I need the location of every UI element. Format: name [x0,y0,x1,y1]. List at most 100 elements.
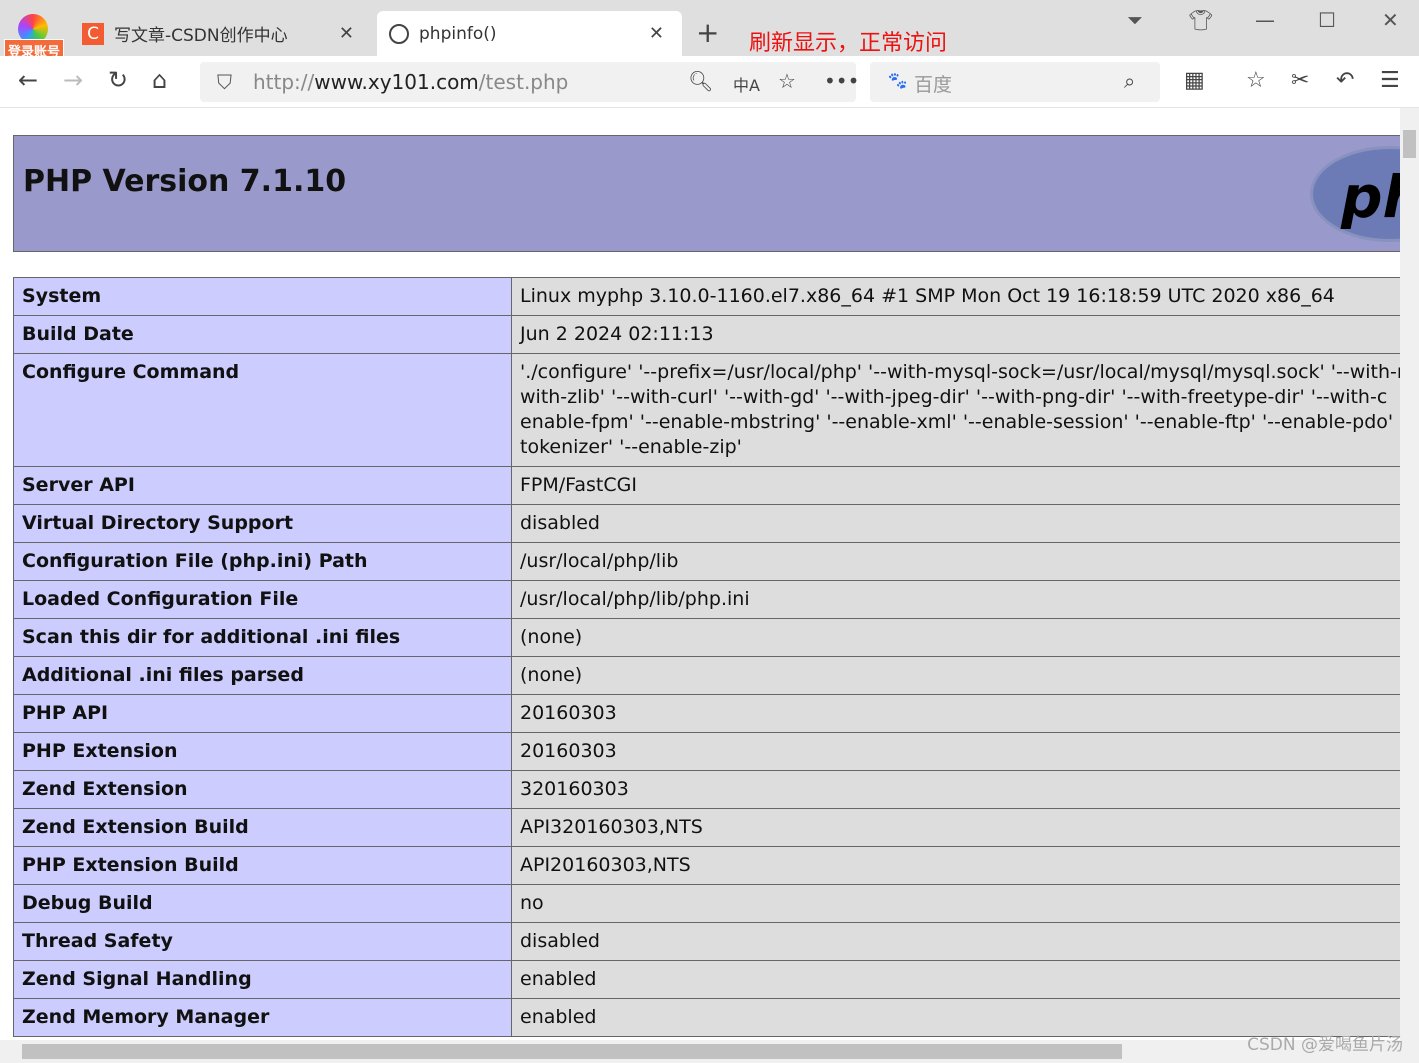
value-line: tokenizer' '--enable-zip' [520,436,742,458]
apps-grid-icon[interactable]: ▦ [1184,68,1205,93]
value-line: 320160303 [520,778,629,800]
value-line: with-zlib' '--with-curl' '--with-gd' '--… [520,386,1388,408]
tab-bar: 登录账号 C 写文章-CSDN创作中心 ✕ phpinfo() ✕ + 刷新显示… [0,0,1419,62]
tab-csdn[interactable]: C 写文章-CSDN创作中心 ✕ [72,11,372,56]
table-row: Build Date Jun 2 2024 02:11:13 [13,315,1400,354]
translate-icon[interactable]: 中A [733,72,760,96]
favorites-list-icon[interactable]: ☆ [1246,68,1266,93]
value-line: disabled [520,930,600,952]
row-value: API20160303,NTS [511,846,1400,885]
new-tab-button[interactable]: + [696,16,719,49]
table-row: Configure Command './configure' '--prefix… [13,353,1400,467]
value-line: enable-fpm' '--enable-mbstring' '--enabl… [520,411,1400,433]
row-label: Debug Build [13,884,512,923]
tab-phpinfo[interactable]: phpinfo() ✕ [377,11,682,56]
search-placeholder: 百度 [914,74,953,96]
value-line: enabled [520,968,597,990]
value-line: API320160303,NTS [520,816,703,838]
home-button[interactable]: ⌂ [152,66,167,94]
row-label: Configuration File (php.ini) Path [13,542,512,581]
row-label: Additional .ini files parsed [13,656,512,695]
more-icon[interactable]: ••• [824,69,859,93]
row-value: no [511,884,1400,923]
value-line: Linux myphp 3.10.0-1160.el7.x86_64 #1 SM… [520,285,1335,307]
value-line: FPM/FastCGI [520,474,637,496]
row-label: Zend Extension Build [13,808,512,847]
close-window-button[interactable]: ✕ [1382,8,1399,32]
value-line: /usr/local/php/lib/php.ini [520,588,750,610]
bookmark-star-icon[interactable]: ☆ [778,69,796,93]
baidu-paw-icon: 🐾︎ [886,71,909,92]
search-box[interactable]: 🐾︎ 百度 ⌕ [870,62,1160,102]
table-row: Zend Memory Manager enabled [13,998,1400,1037]
close-tab-icon[interactable]: ✕ [339,23,354,44]
table-row: Scan this dir for additional .ini files (… [13,618,1400,657]
menu-icon[interactable]: ☰ [1380,68,1400,93]
value-line: (none) [520,664,583,686]
phpinfo-table: System Linux myphp 3.10.0-1160.el7.x86_64… [13,277,1400,1037]
annotation-text: 刷新显示，正常访问 [749,31,948,56]
page-content: PHP Version 7.1.10 php System Linux myphp… [0,108,1400,1040]
reload-button[interactable]: ↻ [108,66,128,94]
address-bar[interactable]: ⛉ http://www.xy101.com/test.php 🔍︎ 中A ☆ … [200,62,859,102]
undo-icon[interactable]: ↶ [1336,68,1354,93]
scroll-thumb[interactable] [22,1044,1122,1059]
maximize-button[interactable]: ☐ [1318,8,1336,32]
table-row: Additional .ini files parsed (none) [13,656,1400,695]
vertical-scrollbar[interactable] [1400,108,1419,1040]
row-value: FPM/FastCGI [511,466,1400,505]
account-login-button[interactable]: 登录账号 [4,12,64,62]
tab-title: 写文章-CSDN创作中心 [114,26,288,46]
skin-shirt-icon[interactable]: 👕︎ [1188,8,1213,32]
row-value: Linux myphp 3.10.0-1160.el7.x86_64 #1 SM… [511,277,1400,316]
row-value: Jun 2 2024 02:11:13 [511,315,1400,354]
row-value: disabled [511,504,1400,543]
close-tab-icon[interactable]: ✕ [649,23,664,44]
value-line: /usr/local/php/lib [520,550,679,572]
table-row: Zend Extension Build API320160303,NTS [13,808,1400,847]
download-icon[interactable]: ⏷ [1127,8,1143,32]
row-label: PHP API [13,694,512,733]
table-row: System Linux myphp 3.10.0-1160.el7.x86_64… [13,277,1400,316]
forward-button[interactable]: → [63,66,83,94]
insecure-shield-icon[interactable]: ⛉ [217,70,232,94]
csdn-favicon-icon: C [82,22,104,45]
table-row: Server API FPM/FastCGI [13,466,1400,505]
back-button[interactable]: ← [18,66,38,94]
php-logo: php [1310,146,1400,242]
zoom-icon[interactable]: 🔍︎ [688,69,713,93]
row-value: /usr/local/php/lib [511,542,1400,581]
table-row: PHP API 20160303 [13,694,1400,733]
value-line: (none) [520,626,583,648]
row-label: System [13,277,512,316]
table-row: Configuration File (php.ini) Path/usr/lo… [13,542,1400,581]
row-value: './configure' '--prefix=/usr/local/php' … [511,353,1400,467]
minimize-button[interactable]: — [1255,8,1275,32]
scissors-icon[interactable]: ✂ [1291,68,1309,93]
row-value: 20160303 [511,732,1400,771]
row-value: enabled [511,960,1400,999]
row-label: Build Date [13,315,512,354]
row-value: (none) [511,618,1400,657]
row-label: PHP Extension [13,732,512,771]
value-line: 20160303 [520,740,617,762]
value-line: Jun 2 2024 02:11:13 [520,323,714,345]
globe-icon [389,23,409,44]
row-value: 20160303 [511,694,1400,733]
php-version-header: PHP Version 7.1.10 php [13,135,1400,252]
row-label: Virtual Directory Support [13,504,512,543]
scroll-thumb[interactable] [1403,130,1416,158]
row-label: Thread Safety [13,922,512,961]
table-row: PHP Extension 20160303 [13,732,1400,771]
horizontal-scrollbar[interactable] [0,1040,1419,1063]
row-label: Scan this dir for additional .ini files [13,618,512,657]
value-line: 20160303 [520,702,617,724]
watermark: CSDN @爱喝鱼片汤 [1247,1035,1403,1055]
table-row: Thread Safety disabled [13,922,1400,961]
url-text[interactable]: http://www.xy101.com/test.php [253,70,568,94]
row-label: Zend Extension [13,770,512,809]
search-icon[interactable]: ⌕ [1124,69,1135,93]
row-label: Server API [13,466,512,505]
row-value: disabled [511,922,1400,961]
toolbar: ← → ↻ ⌂ ⛉ http://www.xy101.com/test.php … [0,56,1419,108]
